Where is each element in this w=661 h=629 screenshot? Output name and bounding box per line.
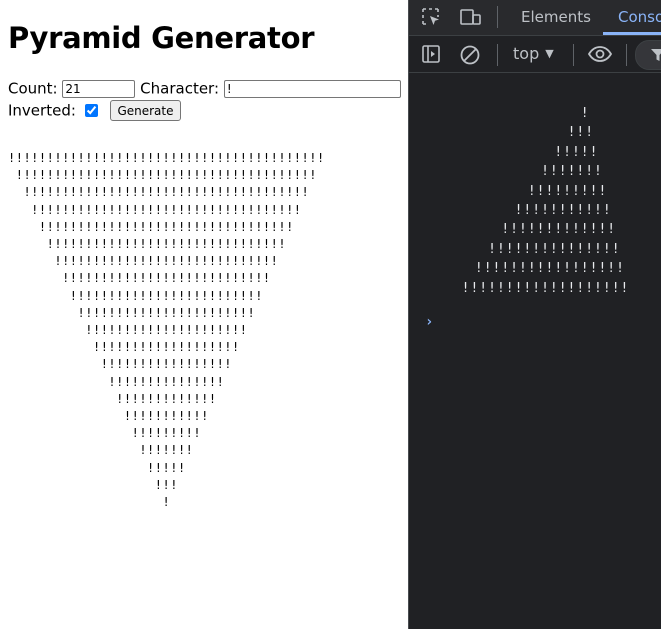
console-prompt-chevron-icon[interactable]: › bbox=[425, 314, 433, 330]
toolbar-separator bbox=[573, 44, 574, 66]
context-value: top bbox=[513, 44, 540, 63]
page-title: Pyramid Generator bbox=[8, 21, 315, 55]
toolbar-separator bbox=[497, 44, 498, 66]
count-row: Count: Character: bbox=[8, 78, 401, 99]
tab-elements[interactable]: Elements bbox=[521, 0, 591, 35]
inspect-icon[interactable] bbox=[421, 7, 441, 27]
active-tab-indicator bbox=[603, 32, 661, 35]
character-label: Character: bbox=[140, 79, 220, 98]
console-toolbar: top ▼ bbox=[409, 36, 661, 73]
sidebar-icon[interactable] bbox=[421, 44, 441, 64]
devtools-toolbar: Elements Conso bbox=[409, 0, 661, 36]
inverted-checkbox[interactable] bbox=[84, 104, 98, 117]
generate-button[interactable]: Generate bbox=[110, 100, 181, 121]
eye-icon[interactable] bbox=[587, 44, 613, 64]
caret-down-icon: ▼ bbox=[545, 47, 554, 60]
count-input[interactable] bbox=[62, 79, 136, 98]
page-area: Pyramid Generator Count: Character: Inve… bbox=[0, 0, 408, 629]
console-output: ! !!! !!!!! !!!!!!! !!!!!!!!! !!!!!!!!!!… bbox=[461, 106, 630, 296]
count-label: Count: bbox=[8, 79, 58, 98]
devtools-panel: Elements Conso top ▼ ! !!! !!!!! !!!!!!!… bbox=[408, 0, 661, 629]
pyramid-output: !!!!!!!!!!!!!!!!!!!!!!!!!!!!!!!!!!!!!!!!… bbox=[8, 151, 325, 510]
toolbar-separator bbox=[497, 6, 498, 28]
toolbar-separator bbox=[626, 44, 627, 66]
tab-console[interactable]: Conso bbox=[603, 0, 661, 35]
device-toolbar-icon[interactable] bbox=[459, 7, 483, 27]
context-selector[interactable]: top ▼ bbox=[513, 44, 554, 64]
inverted-label: Inverted: bbox=[8, 101, 76, 120]
filter-icon bbox=[651, 49, 661, 61]
inverted-row: Inverted: Generate bbox=[8, 100, 181, 121]
clear-console-icon[interactable] bbox=[459, 44, 481, 66]
character-input[interactable] bbox=[223, 79, 401, 98]
filter-button[interactable] bbox=[635, 40, 661, 70]
